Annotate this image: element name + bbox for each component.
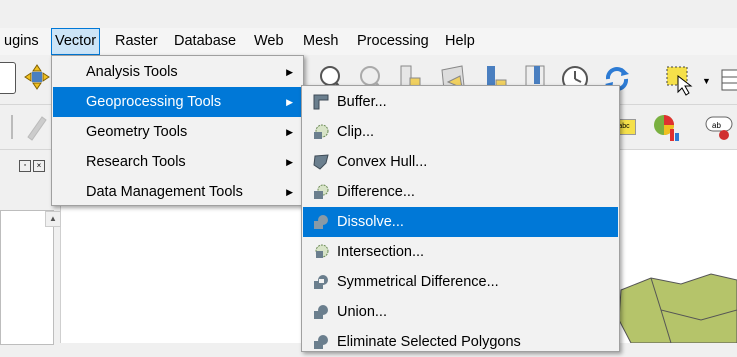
menu-item-geometry-tools[interactable]: Geometry Tools ▶ [53,117,302,147]
map-polygon-shape [618,273,737,343]
menu-item-label: Analysis Tools [86,64,178,80]
chevron-right-icon: ▶ [286,67,293,77]
menu-item-label: Difference... [337,184,415,200]
menu-web[interactable]: Web [250,28,288,55]
scroll-up-icon[interactable]: ▲ [45,211,61,227]
menu-item-analysis-tools[interactable]: Analysis Tools ▶ [53,57,302,87]
menu-mesh[interactable]: Mesh [299,28,342,55]
vector-menu: Analysis Tools ▶ Geoprocessing Tools ▶ G… [51,55,304,206]
chevron-right-icon: ▶ [286,97,293,107]
menu-item-label: Union... [337,304,387,320]
union-icon [314,305,328,319]
menu-help[interactable]: Help [441,28,479,55]
menu-item-dissolve[interactable]: Dissolve... [303,207,618,237]
menu-item-label: Intersection... [337,244,425,260]
attribute-table-icon[interactable] [720,68,737,92]
menu-item-union[interactable]: Union... [303,297,618,327]
menu-item-label: Research Tools [86,154,186,170]
menu-item-difference[interactable]: Difference... [303,177,618,207]
convex-hull-icon [313,154,329,170]
dissolve-icon [314,215,328,229]
menu-processing[interactable]: Processing [353,28,433,55]
menu-item-label: Buffer... [337,94,387,110]
menu-item-eliminate-selected-polygons[interactable]: Eliminate Selected Polygons [303,327,618,357]
diagram-pie-icon[interactable] [652,113,682,143]
intersection-icon [315,244,329,258]
menu-item-buffer[interactable]: Buffer... [303,87,618,117]
menu-item-clip[interactable]: Clip... [303,117,618,147]
menu-raster[interactable]: Raster [111,28,162,55]
menu-database[interactable]: Database [170,28,240,55]
menu-vector[interactable]: Vector [51,28,101,55]
menu-item-geoprocessing-tools[interactable]: Geoprocessing Tools ▶ [53,87,302,117]
geoprocessing-submenu: Buffer... Clip... Convex Hull... Differe… [301,85,620,352]
menu-item-intersection[interactable]: Intersection... [303,237,618,267]
digitize-pencil-icon[interactable] [8,111,48,143]
layers-list[interactable]: ▲ [0,210,61,345]
menu-item-data-management-tools[interactable]: Data Management Tools ▶ [53,177,302,207]
menu-item-convex-hull[interactable]: Convex Hull... [303,147,618,177]
eliminate-icon [314,335,328,349]
menu-item-label: Symmetrical Difference... [337,274,499,290]
chevron-right-icon: ▶ [286,127,293,137]
chevron-down-icon[interactable]: ▼ [702,76,711,86]
clip-icon [314,124,329,139]
menu-plugins[interactable]: ugins [0,28,43,55]
difference-icon [314,184,329,199]
menu-item-label: Dissolve... [337,214,404,230]
float-panel-icon[interactable]: ▫ [19,160,31,172]
menu-item-label: Data Management Tools [86,184,243,200]
symmetrical-difference-icon [314,275,328,289]
menu-item-label: Eliminate Selected Polygons [337,334,521,350]
buffer-icon [313,94,329,110]
menu-item-label: Geometry Tools [86,124,188,140]
menu-bar: ugins Vector Raster Database Web Mesh Pr… [0,28,737,55]
select-features-icon[interactable] [664,64,696,96]
chevron-right-icon: ▶ [286,157,293,167]
pan-to-selection-icon[interactable] [24,64,50,90]
menu-item-label: Geoprocessing Tools [86,94,222,110]
menu-item-research-tools[interactable]: Research Tools ▶ [53,147,302,177]
menu-item-label: Convex Hull... [337,154,428,170]
pan-hand-icon[interactable] [0,62,16,94]
label-pin-text: ab [712,121,721,130]
menu-item-symmetrical-difference[interactable]: Symmetrical Difference... [303,267,618,297]
close-panel-icon[interactable]: × [33,160,45,172]
menu-item-label: Clip... [337,124,375,140]
chevron-right-icon: ▶ [286,187,293,197]
label-pin-icon[interactable]: ab [702,113,736,143]
